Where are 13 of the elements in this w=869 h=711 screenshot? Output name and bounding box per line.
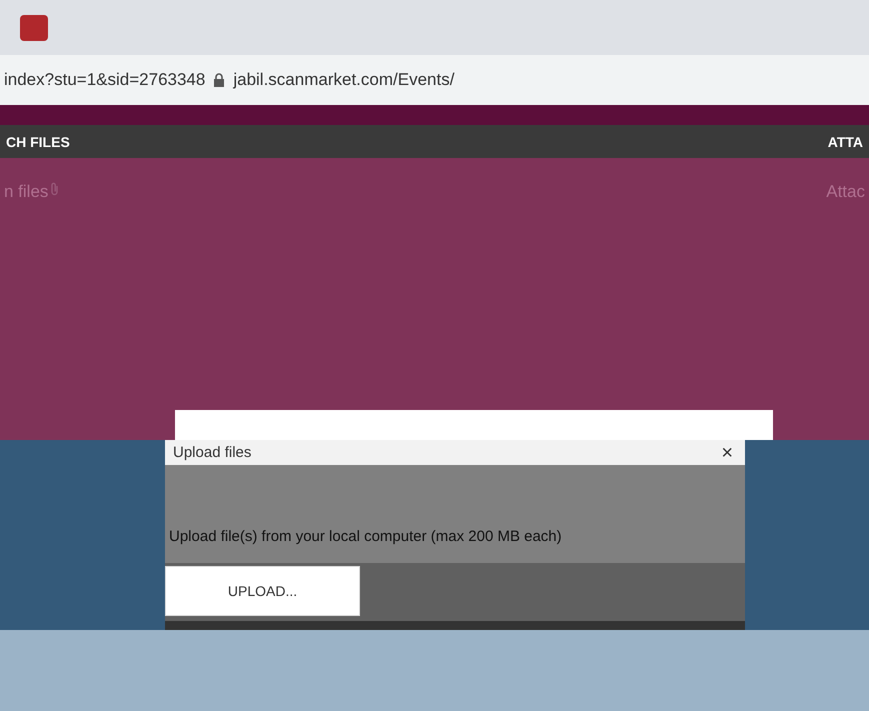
section-title: CH FILES <box>6 134 70 150</box>
dialog-title: Upload files <box>173 444 252 461</box>
app-icon[interactable] <box>20 14 48 40</box>
upload-instructions: Upload file(s) from your local computer (max 200 MB each) <box>169 528 562 545</box>
section-title: ATTA <box>828 134 863 150</box>
paperclip-icon <box>50 182 60 196</box>
attach-files-label: Attac <box>826 182 865 202</box>
url-text[interactable]: jabil.scanmarket.com/Events/ <box>233 70 454 90</box>
attach-files-label: n files <box>4 182 48 202</box>
upload-button[interactable]: UPLOAD... <box>165 566 360 616</box>
url-text[interactable]: index?stu=1&sid=2763348 <box>4 70 206 90</box>
close-button[interactable]: × <box>717 442 737 462</box>
lock-icon <box>213 73 226 87</box>
